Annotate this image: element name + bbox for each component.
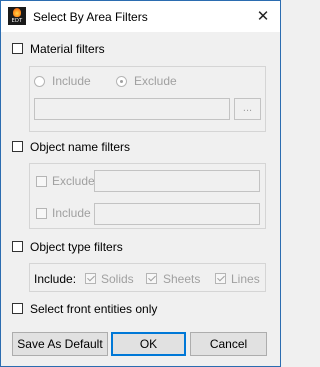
object-name-exclude-checkbox[interactable] <box>36 176 47 187</box>
solids-label[interactable]: Solids <box>101 272 134 286</box>
material-filters-checkbox[interactable] <box>12 43 23 54</box>
object-type-filters-label[interactable]: Object type filters <box>30 240 123 254</box>
material-exclude-label[interactable]: Exclude <box>134 74 177 88</box>
front-entities-checkbox[interactable] <box>12 303 23 314</box>
material-include-radio[interactable] <box>34 76 45 87</box>
object-name-exclude-input[interactable] <box>94 170 260 192</box>
object-type-include-label: Include: <box>34 272 77 286</box>
object-name-include-input[interactable] <box>94 203 260 225</box>
object-type-filters-checkbox[interactable] <box>12 241 23 252</box>
object-name-exclude-label[interactable]: Exclude <box>52 174 95 188</box>
material-include-label[interactable]: Include <box>52 74 91 88</box>
close-icon[interactable]: ✕ <box>246 1 280 32</box>
title-bar[interactable]: EDT Select By Area Filters ✕ <box>1 1 280 32</box>
window-title: Select By Area Filters <box>33 10 148 24</box>
material-filter-input[interactable] <box>34 98 230 120</box>
dialog-window: EDT Select By Area Filters ✕ Material fi… <box>0 0 281 367</box>
cancel-button[interactable]: Cancel <box>190 332 267 356</box>
object-type-filters-group: Include: Solids Sheets Lines <box>29 263 266 292</box>
app-flame-icon: EDT <box>8 7 26 25</box>
material-filters-label[interactable]: Material filters <box>30 42 105 56</box>
material-filters-group: Include Exclude ... <box>29 66 266 132</box>
lines-label[interactable]: Lines <box>231 272 260 286</box>
object-name-include-label[interactable]: Include <box>52 206 91 220</box>
object-name-filters-checkbox[interactable] <box>12 141 23 152</box>
sheets-label[interactable]: Sheets <box>163 272 200 286</box>
object-name-filters-label[interactable]: Object name filters <box>30 140 130 154</box>
sheets-checkbox[interactable] <box>146 273 157 284</box>
material-browse-button[interactable]: ... <box>234 98 261 120</box>
material-exclude-radio[interactable] <box>116 76 127 87</box>
ok-button[interactable]: OK <box>111 332 186 356</box>
front-entities-label[interactable]: Select front entities only <box>30 302 157 316</box>
object-name-filters-group: Exclude Include <box>29 163 266 229</box>
save-as-default-button[interactable]: Save As Default <box>12 332 108 356</box>
solids-checkbox[interactable] <box>85 273 96 284</box>
object-name-include-checkbox[interactable] <box>36 208 47 219</box>
app-icon-text: EDT <box>11 18 23 24</box>
lines-checkbox[interactable] <box>215 273 226 284</box>
